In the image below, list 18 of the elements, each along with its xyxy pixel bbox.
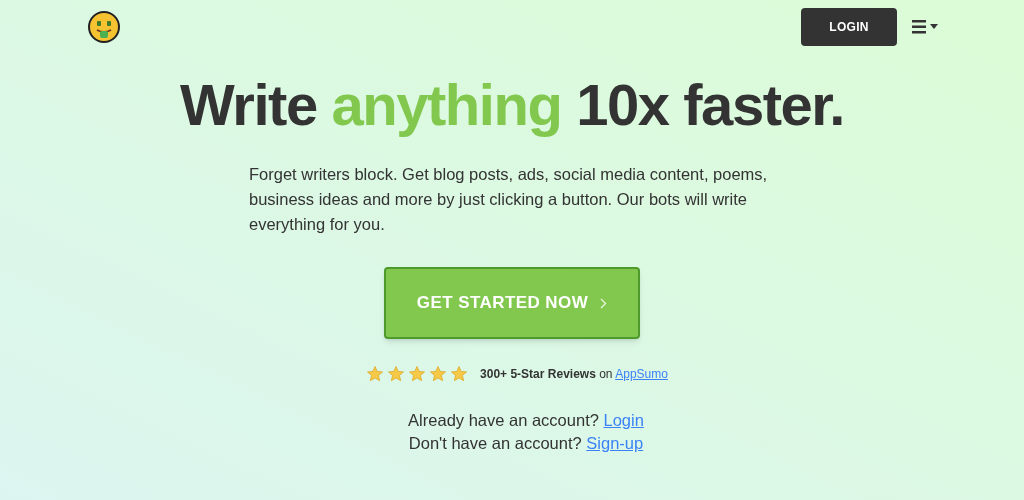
account-prompt: Already have an account? Login bbox=[408, 410, 644, 431]
star-icon bbox=[366, 365, 385, 383]
chevron-right-icon bbox=[600, 297, 608, 309]
star-icon bbox=[387, 365, 406, 383]
logo-icon[interactable] bbox=[88, 10, 120, 43]
star-icon bbox=[429, 365, 448, 383]
account-prompt: Don't have an account? Sign-up bbox=[408, 433, 644, 454]
get-started-button[interactable]: GET STARTED NOW bbox=[384, 267, 640, 339]
menu-icon[interactable] bbox=[912, 18, 940, 35]
reviews-text: 300+ 5-Star Reviews on AppSumo bbox=[480, 366, 668, 383]
star-icon bbox=[450, 365, 469, 383]
account-link[interactable]: Login bbox=[603, 411, 644, 429]
star-icon bbox=[408, 365, 427, 383]
login-button[interactable]: LOGIN bbox=[801, 7, 897, 46]
account-link[interactable]: Sign-up bbox=[586, 434, 644, 452]
intro-paragraph: Forget writers block. Get blog posts, ads, social media content, poems, business ideas and more by just clicking a button. Our bots will write everything for you. bbox=[249, 164, 769, 235]
appsumo-link[interactable]: AppSumo bbox=[615, 367, 668, 381]
headline: Write anything 10x faster. bbox=[179, 71, 845, 139]
